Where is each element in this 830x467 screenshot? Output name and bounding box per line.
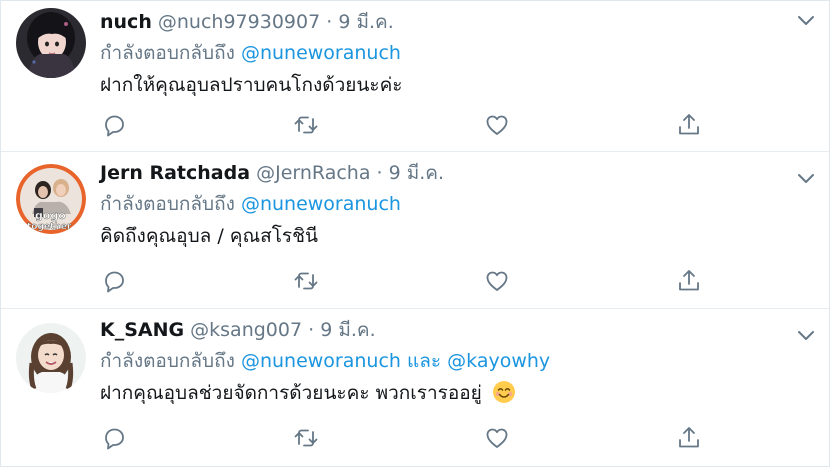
retweet-icon[interactable] — [292, 424, 320, 452]
reply-icon[interactable] — [100, 424, 128, 452]
tweet-actions — [100, 111, 720, 139]
tweet-date[interactable]: 9 มี.ค. — [320, 319, 375, 341]
tweet-item[interactable]: nuch @nuch97930907 · 9 มี.ค. กำลังตอบกลั… — [1, 1, 829, 152]
user-avatar[interactable]: gogo together — [16, 164, 86, 234]
avatar-text-together: together — [27, 222, 72, 232]
reply-icon[interactable] — [100, 267, 128, 295]
chevron-down-icon[interactable] — [795, 9, 817, 31]
tweet-item[interactable]: K_SANG @ksang007 · 9 มี.ค. กำลังตอบกลับถ… — [1, 309, 829, 466]
user-handle[interactable]: @nuch97930907 — [158, 11, 320, 33]
user-handle[interactable]: @JernRacha — [256, 162, 370, 184]
share-icon[interactable] — [675, 111, 703, 139]
tweet-header: nuch @nuch97930907 · 9 มี.ค. — [100, 10, 394, 34]
replying-to: กำลังตอบกลับถึง @nuneworanuch — [100, 41, 401, 65]
user-avatar[interactable] — [16, 8, 86, 78]
tweet-header: Jern Ratchada @JernRacha · 9 มี.ค. — [100, 161, 444, 185]
tweet-actions — [100, 267, 720, 295]
separator-dot: · — [326, 11, 333, 33]
share-icon[interactable] — [675, 267, 703, 295]
tweet-header: K_SANG @ksang007 · 9 มี.ค. — [100, 318, 376, 342]
display-name[interactable]: nuch — [100, 11, 152, 33]
and-conjunction: และ — [407, 350, 442, 372]
avatar-text-gogo: gogo — [35, 209, 66, 222]
tweet-text: ฝากคุณอุบลช่วยจัดการด้วยนะคะ พวกเรารออยู… — [100, 380, 516, 406]
like-heart-icon[interactable] — [483, 267, 511, 295]
mention-link[interactable]: @nuneworanuch — [241, 193, 401, 215]
display-name[interactable]: K_SANG — [100, 319, 184, 341]
chevron-down-icon[interactable] — [795, 324, 817, 346]
tweet-date[interactable]: 9 มี.ค. — [338, 11, 393, 33]
separator-dot: · — [308, 319, 315, 341]
tweet-text-content: ฝากคุณอุบลช่วยจัดการด้วยนะคะ พวกเรารออยู… — [100, 382, 482, 404]
reply-prefix: กำลังตอบกลับถึง — [100, 193, 235, 215]
share-icon[interactable] — [675, 424, 703, 452]
reply-prefix: กำลังตอบกลับถึง — [100, 42, 235, 64]
tweet-text: คิดถึงคุณอุบล / คุณสโรชินี — [100, 225, 318, 247]
user-handle[interactable]: @ksang007 — [190, 319, 302, 341]
reply-thread: nuch @nuch97930907 · 9 มี.ค. กำลังตอบกลั… — [0, 0, 830, 467]
tweet-text: ฝากให้คุณอุบลปราบคนโกงด้วยนะค่ะ — [100, 74, 403, 96]
mention-link[interactable]: @nuneworanuch — [241, 350, 401, 372]
retweet-icon[interactable] — [292, 111, 320, 139]
reply-prefix: กำลังตอบกลับถึง — [100, 350, 235, 372]
separator-dot: · — [376, 162, 383, 184]
smiling-face-emoji — [492, 381, 515, 403]
replying-to: กำลังตอบกลับถึง @nuneworanuch — [100, 192, 401, 216]
like-heart-icon[interactable] — [483, 111, 511, 139]
mention-link[interactable]: @nuneworanuch — [241, 42, 401, 64]
tweet-date[interactable]: 9 มี.ค. — [389, 162, 444, 184]
retweet-icon[interactable] — [292, 267, 320, 295]
reply-icon[interactable] — [100, 111, 128, 139]
user-avatar[interactable] — [16, 323, 86, 393]
mention-link[interactable]: @kayowhy — [447, 350, 550, 372]
tweet-actions — [100, 424, 720, 452]
display-name[interactable]: Jern Ratchada — [100, 162, 250, 184]
chevron-down-icon[interactable] — [795, 167, 817, 189]
tweet-item[interactable]: gogo together Jern Ratchada @JernRacha ·… — [1, 152, 829, 309]
replying-to: กำลังตอบกลับถึง @nuneworanuch และ @kayow… — [100, 349, 550, 373]
like-heart-icon[interactable] — [483, 424, 511, 452]
